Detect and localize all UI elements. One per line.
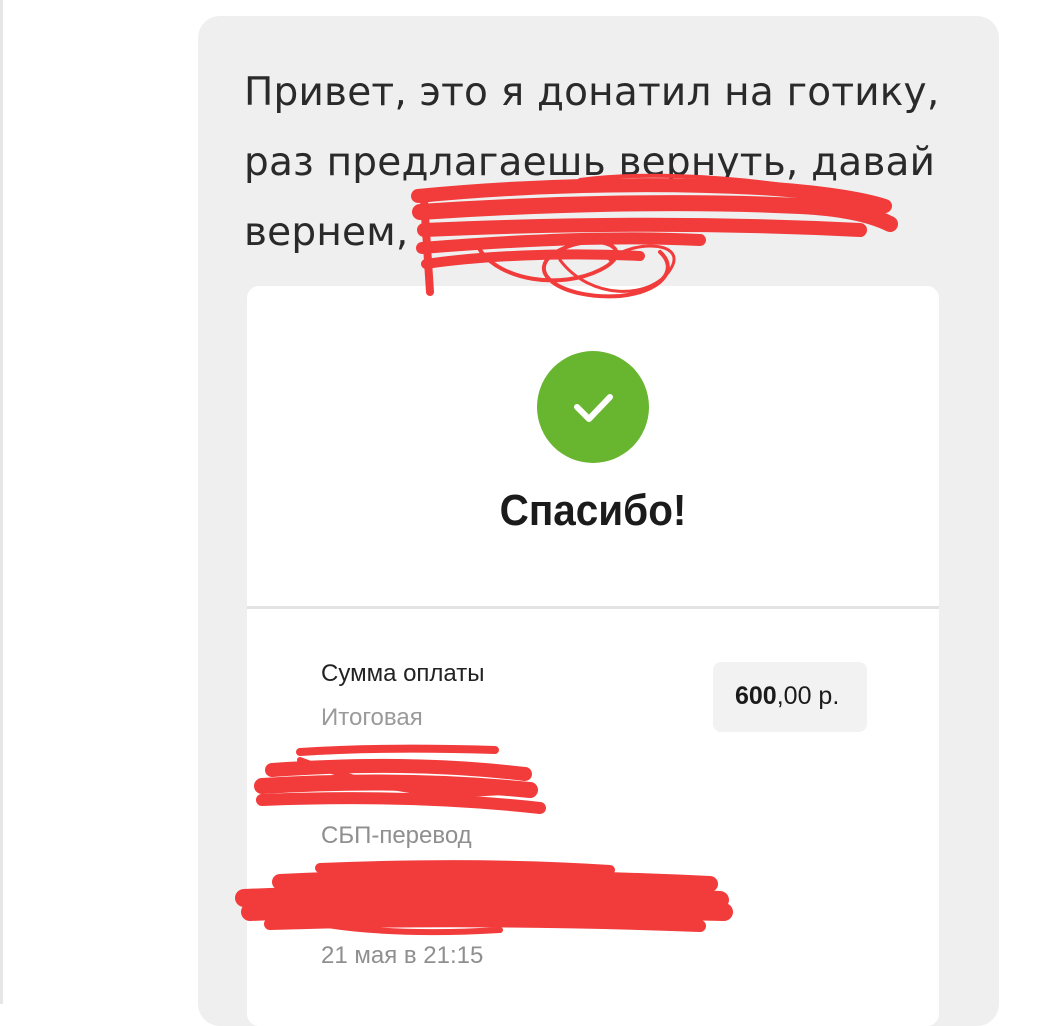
amount-label: Сумма оплаты: [321, 660, 485, 687]
amount-badge: 600,00 р.: [713, 662, 867, 732]
amount-sublabel: Итоговая: [321, 704, 423, 731]
message-text: Привет, это я донатил на готику, раз пре…: [244, 70, 940, 255]
left-border: [0, 0, 3, 1004]
checkmark-icon: [574, 394, 613, 422]
receipt-screenshot: Спасибо! Сумма оплаты Итоговая 600,00 р.…: [247, 286, 939, 1026]
payment-method: СБП-перевод: [321, 822, 472, 849]
amount-value: 600,00 р.: [735, 682, 839, 711]
payment-datetime: 21 мая в 21:15: [321, 942, 484, 969]
amount-main: 600: [735, 682, 777, 710]
receipt-divider: [247, 606, 939, 609]
success-checkmark-icon: [537, 351, 649, 463]
receipt-title: Спасибо!: [499, 486, 687, 535]
amount-decimal: ,00 р.: [776, 682, 840, 710]
